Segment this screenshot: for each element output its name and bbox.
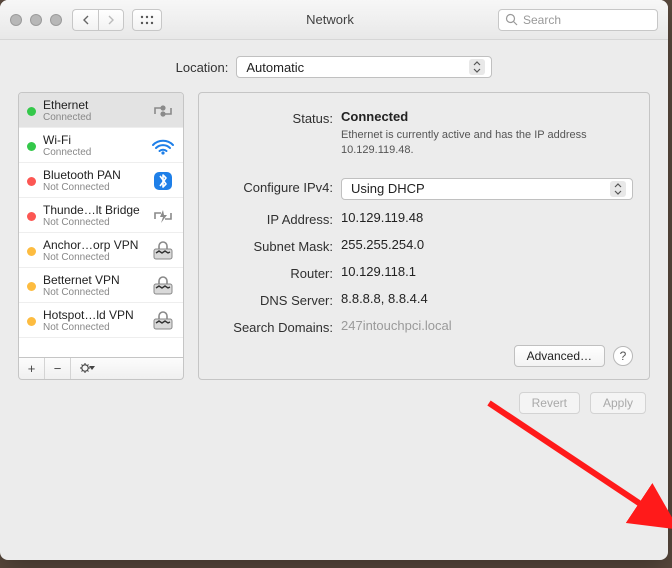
network-preferences-window: Network Location: Automatic EthernetConn… bbox=[0, 0, 668, 560]
back-button[interactable] bbox=[72, 9, 98, 31]
revert-button[interactable]: Revert bbox=[519, 392, 580, 414]
search-icon bbox=[505, 13, 518, 26]
sidebar-item-wi-fi[interactable]: Wi-FiConnected bbox=[19, 128, 183, 163]
advanced-button[interactable]: Advanced… bbox=[514, 345, 605, 367]
search-input[interactable] bbox=[498, 9, 658, 31]
router-value: 10.129.118.1 bbox=[341, 264, 633, 281]
wifi-icon bbox=[149, 135, 177, 157]
location-value: Automatic bbox=[246, 60, 304, 75]
remove-service-button[interactable]: − bbox=[45, 358, 71, 379]
configure-ipv4-value: Using DHCP bbox=[351, 181, 425, 196]
item-status: Not Connected bbox=[43, 182, 142, 193]
item-name: Wi-Fi bbox=[43, 133, 142, 147]
annotation-arrow bbox=[479, 393, 672, 553]
status-dot-icon bbox=[27, 107, 36, 116]
chevron-updown-icon bbox=[610, 181, 626, 197]
search-wrap bbox=[498, 9, 658, 31]
help-button[interactable]: ? bbox=[613, 346, 633, 366]
status-dot-icon bbox=[27, 317, 36, 326]
sidebar-item-betternet-vpn[interactable]: Betternet VPNNot Connected bbox=[19, 268, 183, 303]
ethernet-icon bbox=[149, 100, 177, 122]
service-actions-button[interactable] bbox=[71, 358, 105, 379]
apply-button[interactable]: Apply bbox=[590, 392, 646, 414]
traffic-lights bbox=[10, 14, 62, 26]
status-dot-icon bbox=[27, 177, 36, 186]
item-name: Ethernet bbox=[43, 98, 142, 112]
body: Location: Automatic EthernetConnectedWi-… bbox=[0, 40, 668, 428]
vpn-icon bbox=[149, 310, 177, 332]
item-status: Connected bbox=[43, 147, 142, 158]
item-status: Connected bbox=[43, 112, 142, 123]
item-status: Not Connected bbox=[43, 217, 142, 228]
item-name: Thunde…lt Bridge bbox=[43, 203, 142, 217]
show-all-button[interactable] bbox=[132, 9, 162, 31]
item-name: Bluetooth PAN bbox=[43, 168, 142, 182]
list-toolbar: + − bbox=[18, 358, 184, 380]
item-text: Anchor…orp VPNNot Connected bbox=[43, 238, 142, 263]
status-dot-icon bbox=[27, 212, 36, 221]
item-status: Not Connected bbox=[43, 322, 142, 333]
status-dot-icon bbox=[27, 142, 36, 151]
configure-ipv4-label: Configure IPv4: bbox=[215, 178, 341, 200]
minimize-window-icon[interactable] bbox=[30, 14, 42, 26]
zoom-window-icon[interactable] bbox=[50, 14, 62, 26]
chevron-updown-icon bbox=[469, 59, 485, 75]
dns-server-value: 8.8.8.8, 8.8.4.4 bbox=[341, 291, 633, 308]
sidebar: EthernetConnectedWi-FiConnectedBluetooth… bbox=[18, 92, 184, 380]
add-service-button[interactable]: + bbox=[19, 358, 45, 379]
search-domains-label: Search Domains: bbox=[215, 318, 341, 335]
item-name: Hotspot…ld VPN bbox=[43, 308, 142, 322]
sidebar-item-anchor-orp-vpn[interactable]: Anchor…orp VPNNot Connected bbox=[19, 233, 183, 268]
subnet-mask-value: 255.255.254.0 bbox=[341, 237, 633, 254]
location-label: Location: bbox=[176, 60, 229, 75]
status-dot-icon bbox=[27, 282, 36, 291]
status-value: Connected bbox=[341, 109, 408, 124]
item-name: Betternet VPN bbox=[43, 273, 142, 287]
vpn-icon bbox=[149, 240, 177, 262]
status-dot-icon bbox=[27, 247, 36, 256]
columns: EthernetConnectedWi-FiConnectedBluetooth… bbox=[18, 92, 650, 380]
item-name: Anchor…orp VPN bbox=[43, 238, 142, 252]
status-description: Ethernet is currently active and has the… bbox=[341, 128, 633, 158]
search-domains-value: 247intouchpci.local bbox=[341, 318, 633, 335]
sidebar-item-bluetooth-pan[interactable]: Bluetooth PANNot Connected bbox=[19, 163, 183, 198]
item-text: Hotspot…ld VPNNot Connected bbox=[43, 308, 142, 333]
gear-icon bbox=[78, 362, 98, 374]
sidebar-item-ethernet[interactable]: EthernetConnected bbox=[19, 93, 183, 128]
bluetooth-icon bbox=[149, 170, 177, 192]
titlebar: Network bbox=[0, 0, 668, 40]
location-select[interactable]: Automatic bbox=[236, 56, 492, 78]
nav-back-forward bbox=[72, 9, 124, 31]
configure-ipv4-select[interactable]: Using DHCP bbox=[341, 178, 633, 200]
ip-address-label: IP Address: bbox=[215, 210, 341, 227]
status-label: Status: bbox=[215, 109, 341, 158]
sidebar-item-thunde-lt-bridge[interactable]: Thunde…lt BridgeNot Connected bbox=[19, 198, 183, 233]
item-status: Not Connected bbox=[43, 287, 142, 298]
item-status: Not Connected bbox=[43, 252, 142, 263]
sidebar-item-hotspot-ld-vpn[interactable]: Hotspot…ld VPNNot Connected bbox=[19, 303, 183, 338]
item-text: Bluetooth PANNot Connected bbox=[43, 168, 142, 193]
item-text: Wi-FiConnected bbox=[43, 133, 142, 158]
thunderbolt-icon bbox=[149, 205, 177, 227]
item-text: EthernetConnected bbox=[43, 98, 142, 123]
subnet-mask-label: Subnet Mask: bbox=[215, 237, 341, 254]
router-label: Router: bbox=[215, 264, 341, 281]
detail-footer: Advanced… ? bbox=[215, 345, 633, 367]
window-title: Network bbox=[162, 12, 498, 27]
forward-button[interactable] bbox=[98, 9, 124, 31]
close-window-icon[interactable] bbox=[10, 14, 22, 26]
dns-server-label: DNS Server: bbox=[215, 291, 341, 308]
window-footer: Revert Apply bbox=[18, 380, 650, 414]
vpn-icon bbox=[149, 275, 177, 297]
detail-pane: Status: Connected Ethernet is currently … bbox=[198, 92, 650, 380]
service-list[interactable]: EthernetConnectedWi-FiConnectedBluetooth… bbox=[18, 92, 184, 358]
location-row: Location: Automatic bbox=[18, 56, 650, 78]
item-text: Betternet VPNNot Connected bbox=[43, 273, 142, 298]
ip-address-value: 10.129.119.48 bbox=[341, 210, 633, 227]
item-text: Thunde…lt BridgeNot Connected bbox=[43, 203, 142, 228]
